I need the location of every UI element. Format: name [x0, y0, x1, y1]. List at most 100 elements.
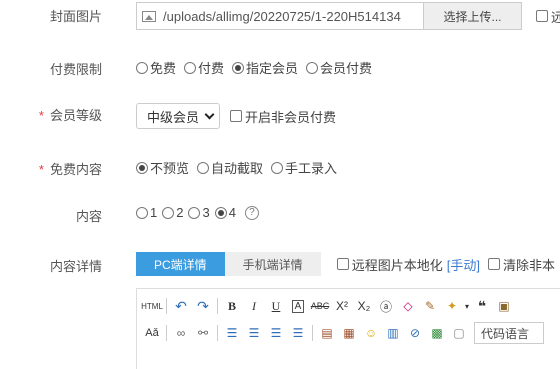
toolbar-separator — [166, 325, 167, 341]
radio-dot-selected[interactable] — [214, 206, 227, 219]
radio-label: 会员付费 — [320, 61, 373, 76]
radio-label: 4 — [228, 205, 236, 220]
checkbox-box[interactable] — [336, 258, 349, 270]
editor-toolbar-row-1: HTML ↶ ↷ B I U A ABC X² X₂ ⓐ ◇ ✎ ✦ ▾ ❝ ▣ — [141, 295, 515, 317]
remote-image-checkbox[interactable]: 远程图片本地化 — [336, 255, 443, 274]
cover-label: 封面图片 — [49, 9, 102, 24]
html-source-button[interactable]: HTML — [141, 296, 163, 316]
pay-limit-label: 付费限制 — [49, 62, 102, 77]
free-content-row: * 免费内容 不预览 自动截取 手工录入 — [0, 157, 560, 177]
content-detail-row: 内容详情 PC端详情 手机端详情 远程图片本地化 [手动] 清除非本 — [0, 252, 560, 276]
radio-dot[interactable] — [188, 206, 201, 219]
content-row: 内容 1 2 3 4 ? — [0, 204, 560, 224]
code-icon[interactable]: ▢ — [448, 323, 470, 343]
multi-image-icon[interactable]: ▦ — [338, 323, 360, 343]
manual-link[interactable]: [手动] — [447, 255, 480, 274]
code-language-select[interactable]: 代码语言 — [474, 322, 544, 344]
redo-icon[interactable]: ↷ — [192, 296, 214, 316]
radio-free[interactable]: 免费 — [136, 58, 176, 77]
radio-label: 手工录入 — [285, 161, 338, 176]
toolbar-separator — [166, 298, 167, 314]
video-icon[interactable]: ▥ — [382, 323, 404, 343]
editor-toolbar-row-2: Aǎ ∞ ⚯ ☰ ☰ ☰ ☰ ▤ ▦ ☺ ▥ ⊘ ▩ ▢ 代码语言 — [141, 322, 544, 344]
link-icon[interactable]: ∞ — [170, 323, 192, 343]
radio-paid[interactable]: 付费 — [184, 58, 224, 77]
cover-path-input[interactable]: /uploads/allimg/20220725/1-220H514134 — [136, 2, 424, 30]
radio-dot[interactable] — [136, 61, 148, 74]
radio-label: 2 — [176, 205, 184, 220]
font-border-icon[interactable]: A — [287, 296, 309, 316]
checkbox-label: 开启非会员付费 — [245, 109, 337, 125]
radio-dot[interactable] — [184, 61, 197, 74]
superscript-icon[interactable]: X² — [331, 296, 353, 316]
cover-extra-checkbox[interactable]: 远 — [536, 7, 560, 26]
checkbox-box[interactable] — [230, 110, 242, 122]
radio-content-4[interactable]: 4 — [214, 205, 236, 220]
emoji-icon[interactable]: ☺ — [360, 323, 382, 343]
chevron-down-icon[interactable]: ▾ — [463, 296, 471, 316]
underline-icon[interactable]: U — [265, 296, 287, 316]
toolbar-separator — [312, 325, 313, 341]
strikethrough-icon[interactable]: ABC — [309, 296, 331, 316]
unlink-icon[interactable]: ⚯ — [192, 323, 214, 343]
align-right-icon[interactable]: ☰ — [265, 323, 287, 343]
checkbox-box[interactable] — [487, 258, 500, 270]
radio-auto-cut[interactable]: 自动截取 — [197, 158, 263, 177]
font-size-icon[interactable]: Aǎ — [141, 323, 163, 343]
radio-no-preview[interactable]: 不预览 — [136, 158, 189, 177]
radio-content-2[interactable]: 2 — [162, 205, 183, 220]
radio-member-paid[interactable]: 会员付费 — [306, 58, 372, 77]
radio-dot[interactable] — [306, 61, 319, 74]
checkbox-label: 清除非本 — [502, 257, 555, 273]
radio-dot[interactable] — [136, 206, 148, 219]
radio-dot[interactable] — [197, 161, 210, 174]
content-label: 内容 — [75, 209, 102, 224]
radio-member[interactable]: 指定会员 — [232, 58, 298, 77]
tab-pc[interactable]: PC端详情 — [136, 252, 225, 276]
radio-label: 3 — [202, 205, 210, 220]
subscript-icon[interactable]: X₂ — [353, 296, 375, 316]
radio-content-1[interactable]: 1 — [136, 205, 157, 220]
member-level-label: * 会员等级 — [39, 105, 102, 124]
tab-mobile[interactable]: 手机端详情 — [224, 252, 321, 276]
pay-limit-options: 免费 付费 指定会员 会员付费 — [136, 58, 380, 77]
chevron-down-icon — [204, 109, 215, 119]
auto-format-icon[interactable]: ✦ — [441, 296, 463, 316]
quote-icon[interactable]: ❝ — [471, 296, 493, 316]
radio-dot[interactable] — [271, 161, 284, 174]
align-center-icon[interactable]: ☰ — [243, 323, 265, 343]
radio-label: 1 — [150, 205, 158, 220]
member-level-field: 中级会员 开启非会员付费 — [136, 103, 336, 129]
member-level-row: * 会员等级 中级会员 开启非会员付费 — [0, 103, 560, 129]
help-icon[interactable]: ? — [244, 205, 259, 220]
free-content-label: * 免费内容 — [39, 159, 102, 178]
image-gallery-icon[interactable]: ▩ — [426, 323, 448, 343]
clear-checkbox[interactable]: 清除非本 — [487, 255, 555, 274]
radio-dot-selected[interactable] — [232, 61, 245, 74]
radio-manual[interactable]: 手工录入 — [271, 158, 337, 177]
non-member-pay-checkbox[interactable]: 开启非会员付费 — [230, 107, 336, 126]
member-level-select[interactable]: 中级会员 — [136, 103, 220, 129]
image-insert-icon[interactable]: ▤ — [316, 323, 338, 343]
upload-button[interactable]: 选择上传... — [424, 2, 522, 30]
radio-dot[interactable] — [162, 206, 175, 219]
eraser-icon[interactable]: ◇ — [397, 296, 419, 316]
radio-content-3[interactable]: 3 — [188, 205, 210, 220]
radio-dot-selected[interactable] — [136, 161, 148, 174]
format-match-icon[interactable]: ⓐ — [375, 296, 397, 316]
rich-text-editor[interactable]: HTML ↶ ↷ B I U A ABC X² X₂ ⓐ ◇ ✎ ✦ ▾ ❝ ▣… — [136, 288, 560, 369]
paste-icon[interactable]: ▣ — [493, 296, 515, 316]
align-justify-icon[interactable]: ☰ — [287, 323, 309, 343]
radio-label: 免费 — [150, 61, 177, 76]
bold-icon[interactable]: B — [221, 296, 243, 316]
cover-row: 封面图片 /uploads/allimg/20220725/1-220H5141… — [0, 2, 560, 30]
cover-field: /uploads/allimg/20220725/1-220H514134 选择… — [136, 2, 560, 30]
member-level-value: 中级会员 — [147, 109, 200, 125]
attachment-icon[interactable]: ⊘ — [404, 323, 426, 343]
brush-icon[interactable]: ✎ — [419, 296, 441, 316]
checkbox-box[interactable] — [536, 10, 548, 22]
checkbox-label: 远程图片本地化 — [351, 257, 443, 273]
italic-icon[interactable]: I — [243, 296, 265, 316]
align-left-icon[interactable]: ☰ — [221, 323, 243, 343]
undo-icon[interactable]: ↶ — [170, 296, 192, 316]
